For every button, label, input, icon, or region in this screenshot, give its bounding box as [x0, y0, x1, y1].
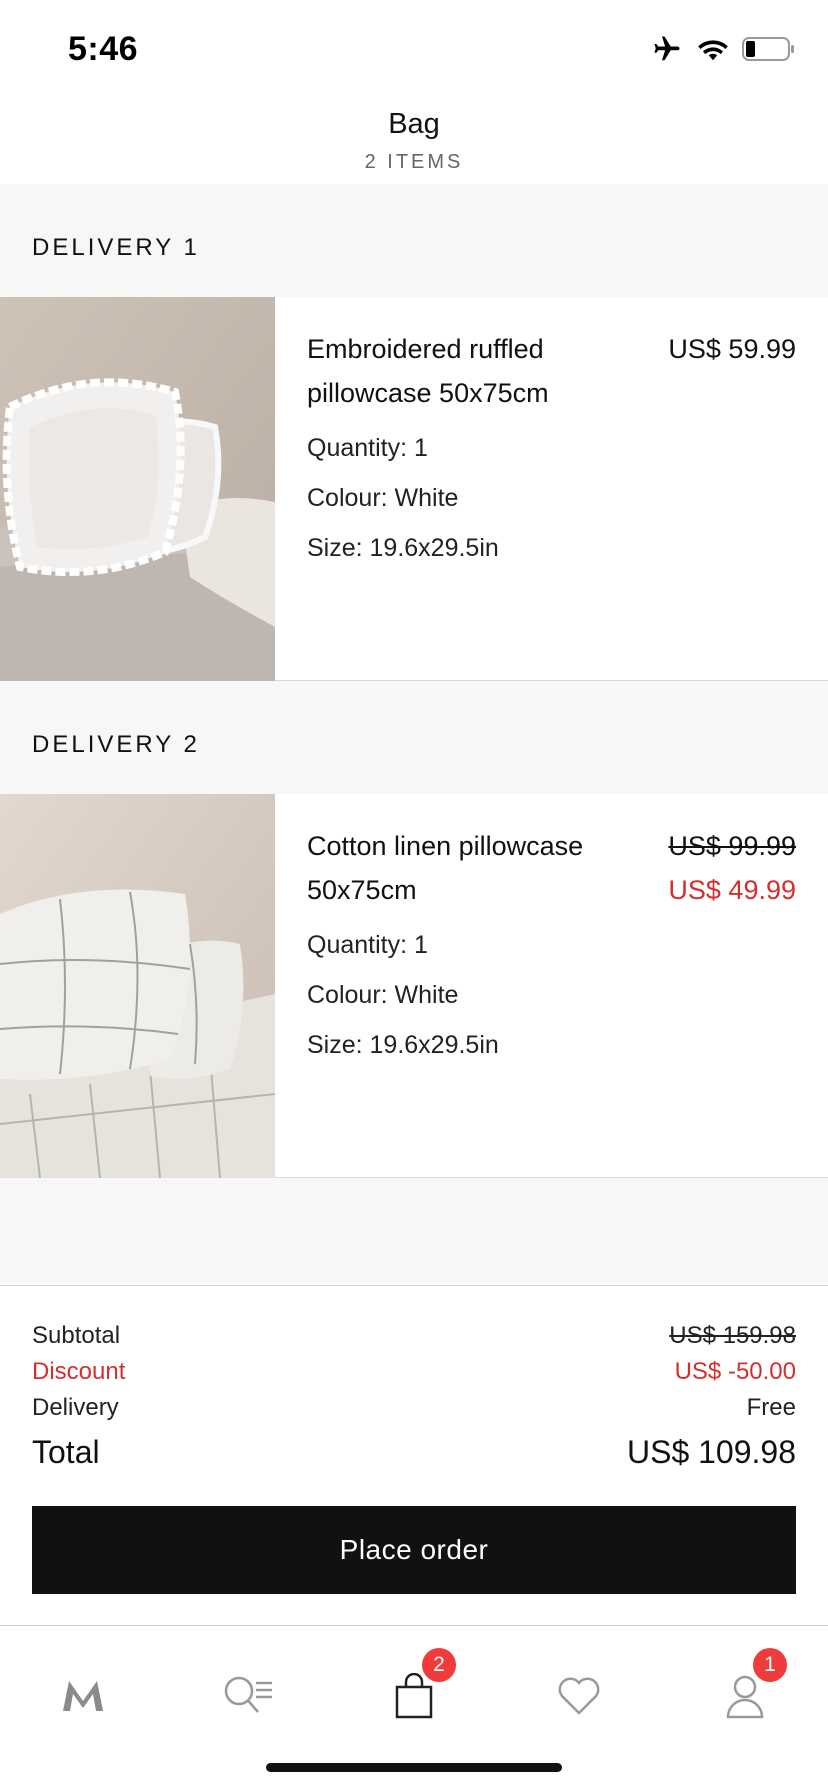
- tab-bar: 2 1: [0, 1625, 828, 1792]
- battery-icon: [742, 37, 794, 61]
- tab-favourites[interactable]: [539, 1656, 619, 1736]
- home-indicator: [266, 1763, 562, 1772]
- place-order-button[interactable]: Place order: [32, 1506, 796, 1594]
- wifi-icon: [698, 40, 728, 61]
- product-colour: Colour: White: [307, 981, 459, 1009]
- subtotal-label: Subtotal: [32, 1322, 121, 1349]
- delivery-row: Delivery Free: [32, 1394, 796, 1422]
- delivery-label: Delivery: [32, 1394, 119, 1421]
- product-image-2[interactable]: [0, 794, 275, 1178]
- bag-item-2[interactable]: Cotton linen pillowcase 50x75cm Quantity…: [0, 794, 828, 1178]
- m-logo-icon: [63, 1681, 103, 1711]
- airplane-icon: [654, 36, 680, 61]
- product-price: US$ 99.99 US$ 49.99: [668, 824, 796, 912]
- bag-badge: 2: [422, 1648, 456, 1682]
- tab-search[interactable]: [208, 1656, 288, 1736]
- item-details-1: Embroidered ruffled pillowcase 50x75cm Q…: [307, 327, 647, 565]
- product-colour: Colour: White: [307, 484, 459, 512]
- user-icon: [726, 1675, 764, 1719]
- discount-value: US$ -50.00: [674, 1358, 796, 1385]
- status-time: 5:46: [68, 30, 139, 68]
- total-label: Total: [32, 1434, 100, 1470]
- product-quantity: Quantity: 1: [307, 931, 428, 959]
- discount-label: Discount: [32, 1358, 126, 1385]
- heart-icon: [558, 1677, 600, 1715]
- total-row: Total US$ 109.98: [32, 1434, 796, 1471]
- search-list-icon: [224, 1676, 272, 1713]
- product-price: US$ 59.99: [668, 334, 796, 364]
- item-count: 2 ITEMS: [364, 151, 464, 173]
- delivery-1-label: DELIVERY 1: [32, 234, 200, 261]
- product-size: Size: 19.6x29.5in: [307, 534, 499, 562]
- tab-account[interactable]: 1: [705, 1648, 787, 1736]
- subtotal-row: Subtotal US$ 159.98: [32, 1322, 796, 1350]
- bag-content: DELIVERY 1 Embroidered ruffled pillowcas…: [0, 184, 828, 1286]
- status-bar: 5:46: [0, 0, 828, 90]
- item-details-2: Cotton linen pillowcase 50x75cm Quantity…: [307, 824, 647, 1062]
- product-image-1[interactable]: [0, 297, 275, 681]
- product-quantity: Quantity: 1: [307, 434, 428, 462]
- tab-home[interactable]: [43, 1656, 123, 1736]
- order-summary: Subtotal US$ 159.98 Discount US$ -50.00 …: [0, 1285, 828, 1625]
- bag-icon: [395, 1673, 433, 1719]
- product-name[interactable]: Cotton linen pillowcase 50x75cm: [307, 824, 647, 912]
- sale-price: US$ 49.99: [668, 875, 796, 905]
- delivery-value: Free: [746, 1394, 796, 1421]
- discount-row: Discount US$ -50.00: [32, 1358, 796, 1386]
- account-badge: 1: [753, 1648, 787, 1682]
- page-title: Bag: [388, 108, 440, 140]
- product-name[interactable]: Embroidered ruffled pillowcase 50x75cm: [307, 327, 647, 415]
- subtotal-value: US$ 159.98: [669, 1322, 796, 1349]
- bag-item-1[interactable]: Embroidered ruffled pillowcase 50x75cm Q…: [0, 297, 828, 681]
- bag-header: Bag 2 ITEMS: [0, 90, 828, 184]
- product-size: Size: 19.6x29.5in: [307, 1031, 499, 1059]
- total-value: US$ 109.98: [626, 1434, 796, 1470]
- status-icons: [650, 34, 796, 64]
- original-price: US$ 99.99: [668, 831, 796, 861]
- tab-bag[interactable]: 2: [374, 1648, 456, 1736]
- delivery-2-label: DELIVERY 2: [32, 731, 200, 758]
